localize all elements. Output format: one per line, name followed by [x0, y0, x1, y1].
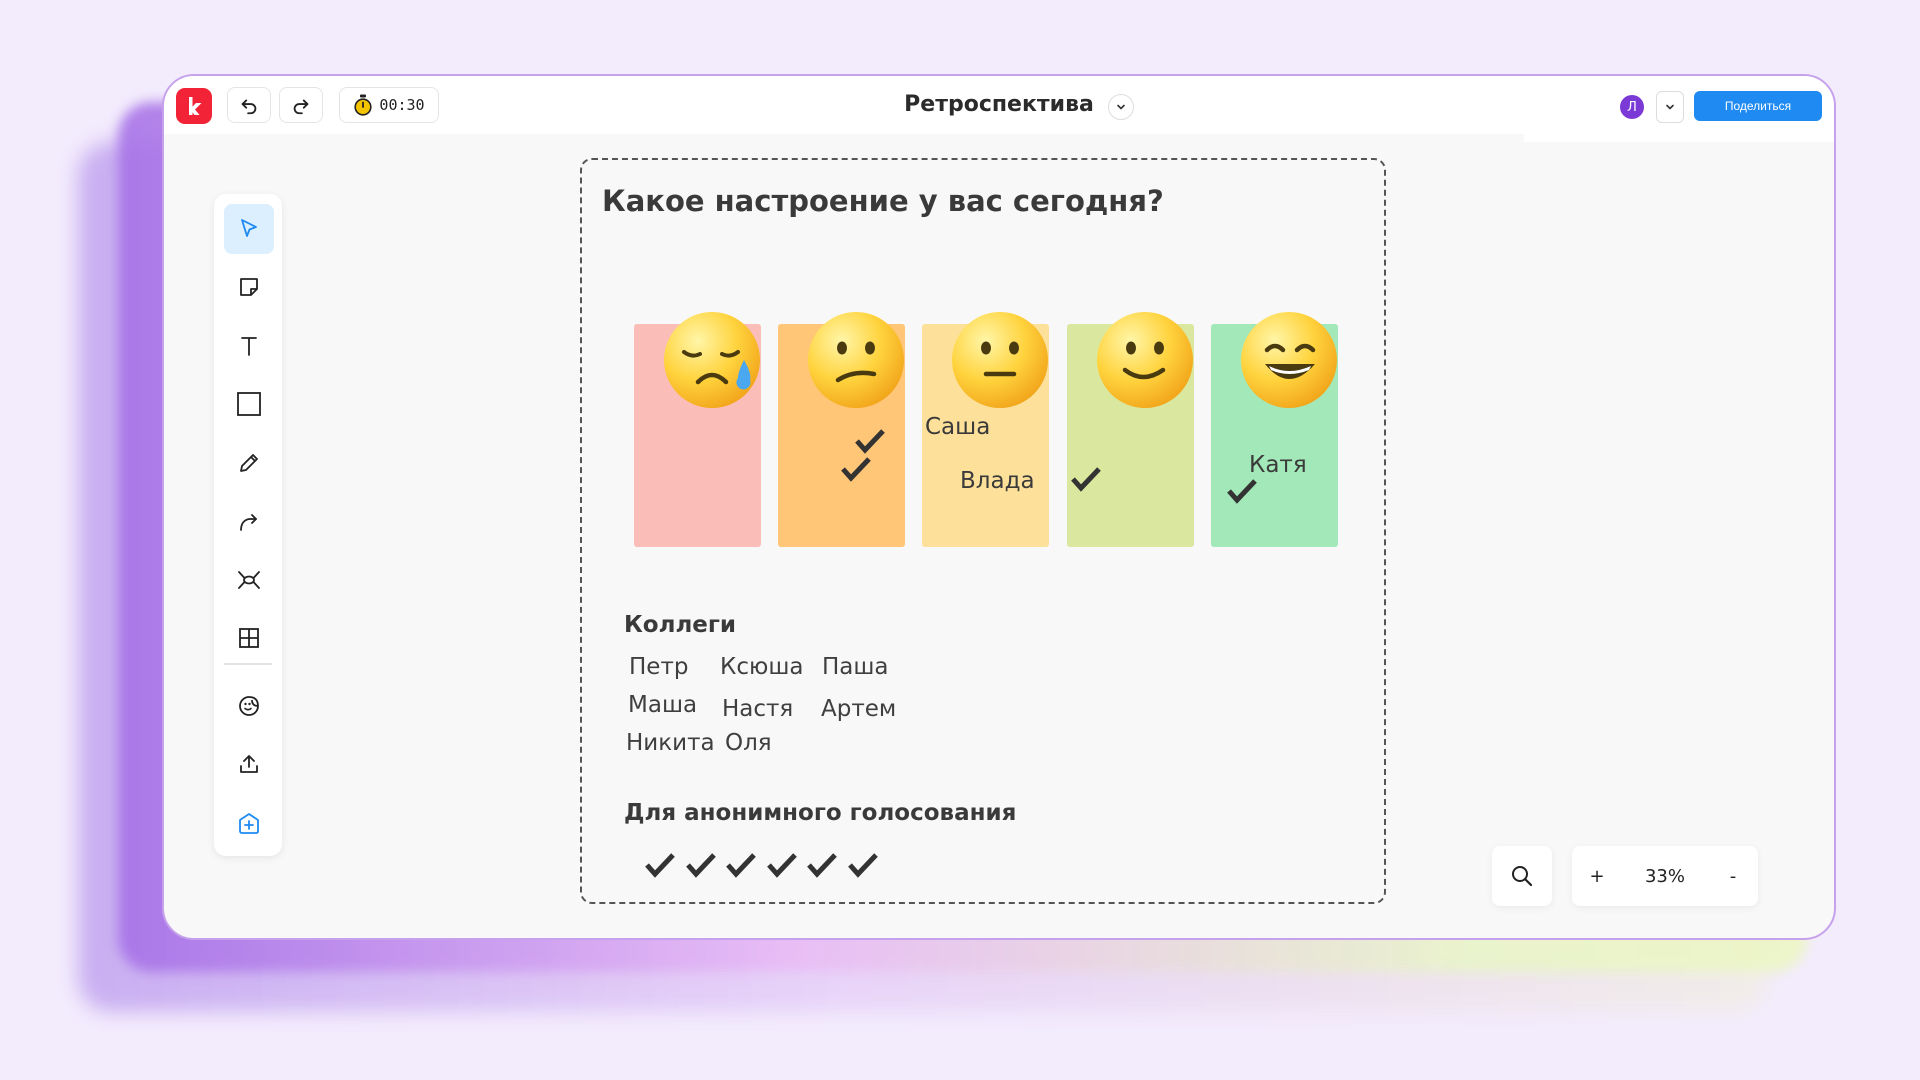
vote-check-icon[interactable] [1226, 478, 1258, 504]
zoom-level[interactable]: 33% [1627, 846, 1703, 906]
colleague-name[interactable]: Оля [725, 730, 772, 756]
share-button[interactable]: Поделиться [1694, 91, 1822, 121]
colleague-name[interactable]: Настя [722, 696, 793, 722]
stickers-tool[interactable] [224, 681, 274, 731]
vote-name-label[interactable]: Катя [1249, 452, 1307, 478]
left-toolbar [214, 194, 282, 856]
zoom-in-button[interactable]: + [1582, 846, 1612, 906]
vote-check-icon[interactable] [840, 456, 872, 482]
mind-map-icon [238, 571, 260, 589]
neutral-face-emoji[interactable] [950, 310, 1050, 410]
colleague-name[interactable]: Маша [628, 692, 697, 718]
confused-face-emoji[interactable] [806, 310, 906, 410]
redo-icon [293, 99, 309, 115]
colleagues-title: Коллеги [624, 612, 737, 638]
stopwatch-icon [354, 94, 373, 116]
vote-check-icon[interactable] [1070, 466, 1102, 492]
upload-tool[interactable] [224, 739, 274, 789]
anonymous-vote-check-icon[interactable] [644, 852, 676, 878]
undo-button[interactable] [227, 87, 271, 123]
pencil-icon [240, 454, 258, 472]
sticky-note-icon [240, 278, 258, 296]
table-tool[interactable] [224, 613, 274, 663]
vote-check-icon[interactable] [854, 428, 886, 454]
add-app-icon [239, 813, 259, 834]
zoom-controls: + 33% - [1572, 846, 1758, 906]
colleague-name[interactable]: Никита [626, 730, 715, 756]
add-app-tool[interactable] [224, 798, 274, 848]
rectangle-icon [237, 392, 261, 416]
timer-value: 00:30 [379, 96, 425, 114]
vote-name-label[interactable]: Саша [925, 414, 990, 440]
zoom-out-button[interactable]: - [1718, 846, 1748, 906]
pen-tool[interactable] [224, 438, 274, 488]
rectangle-tool[interactable] [224, 379, 274, 429]
timer-button[interactable]: 00:30 [339, 87, 439, 123]
anonymous-vote-check-icon[interactable] [725, 852, 757, 878]
anonymous-voting-title: Для анонимного голосования [624, 800, 1017, 826]
undo-icon [241, 99, 257, 115]
search-button[interactable] [1492, 846, 1552, 906]
frame-title: Какое настроение у вас сегодня? [602, 184, 1164, 218]
connector-tool[interactable] [224, 496, 274, 546]
slightly-smiling-face-emoji[interactable] [1095, 310, 1195, 410]
sticky-note-tool[interactable] [224, 262, 274, 312]
anonymous-vote-check-icon[interactable] [847, 852, 879, 878]
select-tool[interactable] [224, 204, 274, 254]
cursor-icon [241, 219, 257, 237]
user-avatar[interactable]: Л [1620, 95, 1644, 119]
colleague-name[interactable]: Артем [821, 696, 896, 722]
logo-icon [189, 97, 202, 115]
app-logo[interactable] [176, 88, 212, 124]
colleague-name[interactable]: Паша [822, 654, 889, 680]
board-title-dropdown[interactable] [1108, 94, 1134, 120]
app-window: 00:30 Ретроспектива Л Поделиться Какое н… [162, 74, 1836, 940]
chevron-down-icon [1666, 104, 1674, 110]
upload-icon [240, 755, 258, 773]
text-tool[interactable] [224, 321, 274, 371]
chevron-down-icon [1117, 104, 1125, 110]
redo-button[interactable] [279, 87, 323, 123]
anonymous-vote-check-icon[interactable] [806, 852, 838, 878]
crying-face-emoji[interactable] [662, 310, 762, 410]
toolbar-divider [224, 663, 272, 665]
mind-map-tool[interactable] [224, 555, 274, 605]
anonymous-vote-check-icon[interactable] [685, 852, 717, 878]
sticker-smile-icon [239, 696, 259, 716]
colleague-name[interactable]: Петр [629, 654, 688, 680]
colleague-name[interactable]: Ксюша [720, 654, 803, 680]
anonymous-vote-check-icon[interactable] [766, 852, 798, 878]
grinning-face-emoji[interactable] [1239, 310, 1339, 410]
vote-name-label[interactable]: Влада [960, 468, 1035, 494]
connector-arrow-icon [240, 514, 257, 531]
text-icon [241, 337, 257, 356]
table-icon [239, 628, 259, 648]
users-dropdown[interactable] [1656, 91, 1684, 123]
search-icon [1512, 866, 1533, 887]
